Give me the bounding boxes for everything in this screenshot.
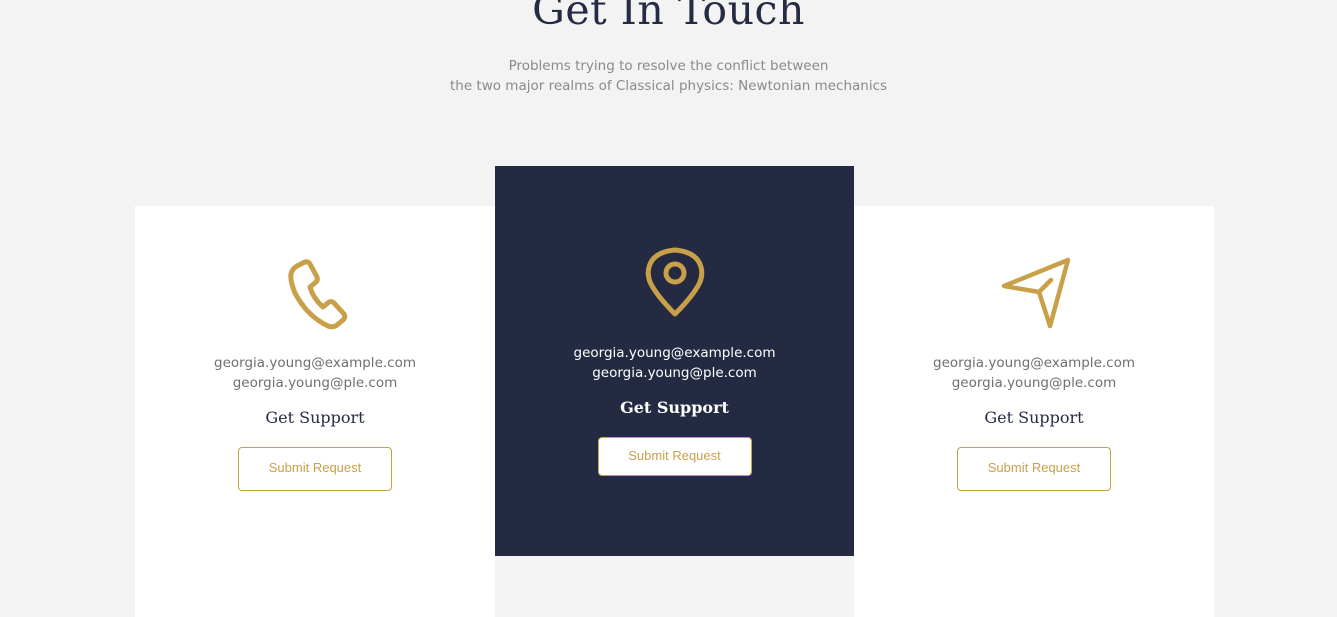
email-primary: georgia.young@example.com — [573, 345, 776, 361]
contact-card-location: georgia.young@example.com georgia.young@… — [495, 166, 854, 556]
submit-request-button[interactable]: Submit Request — [597, 437, 752, 476]
card-title: Get Support — [984, 408, 1084, 427]
subtitle-line: the two major realms of Classical physic… — [449, 78, 888, 94]
email-primary: georgia.young@example.com — [214, 355, 416, 371]
location-pin-icon — [635, 244, 715, 324]
contact-section: Get In Touch Problems trying to resolve … — [0, 0, 1337, 617]
email-secondary: georgia.young@ple.com — [592, 365, 757, 381]
card-title: Get Support — [620, 398, 729, 417]
submit-request-button[interactable]: Submit Request — [957, 447, 1111, 491]
contact-card-phone: georgia.young@example.com georgia.young@… — [135, 206, 495, 617]
email-secondary: georgia.young@ple.com — [232, 375, 398, 391]
contact-emails: georgia.young@example.com georgia.young@… — [854, 353, 1214, 393]
card-title: Get Support — [265, 408, 365, 427]
contact-emails: georgia.young@example.com georgia.young@… — [135, 353, 495, 393]
contact-card-send: georgia.young@example.com georgia.young@… — [854, 206, 1214, 617]
email-primary: georgia.young@example.com — [933, 355, 1135, 371]
send-icon — [994, 254, 1074, 334]
contact-emails: georgia.young@example.com georgia.young@… — [495, 343, 854, 383]
email-secondary: georgia.young@ple.com — [951, 375, 1117, 391]
page-title: Get In Touch — [532, 0, 805, 34]
section-subtitle: Problems trying to resolve the conflict … — [0, 56, 1337, 96]
phone-icon — [275, 254, 355, 334]
subtitle-line: Problems trying to resolve the conflict … — [508, 58, 829, 74]
submit-request-button[interactable]: Submit Request — [238, 447, 392, 491]
